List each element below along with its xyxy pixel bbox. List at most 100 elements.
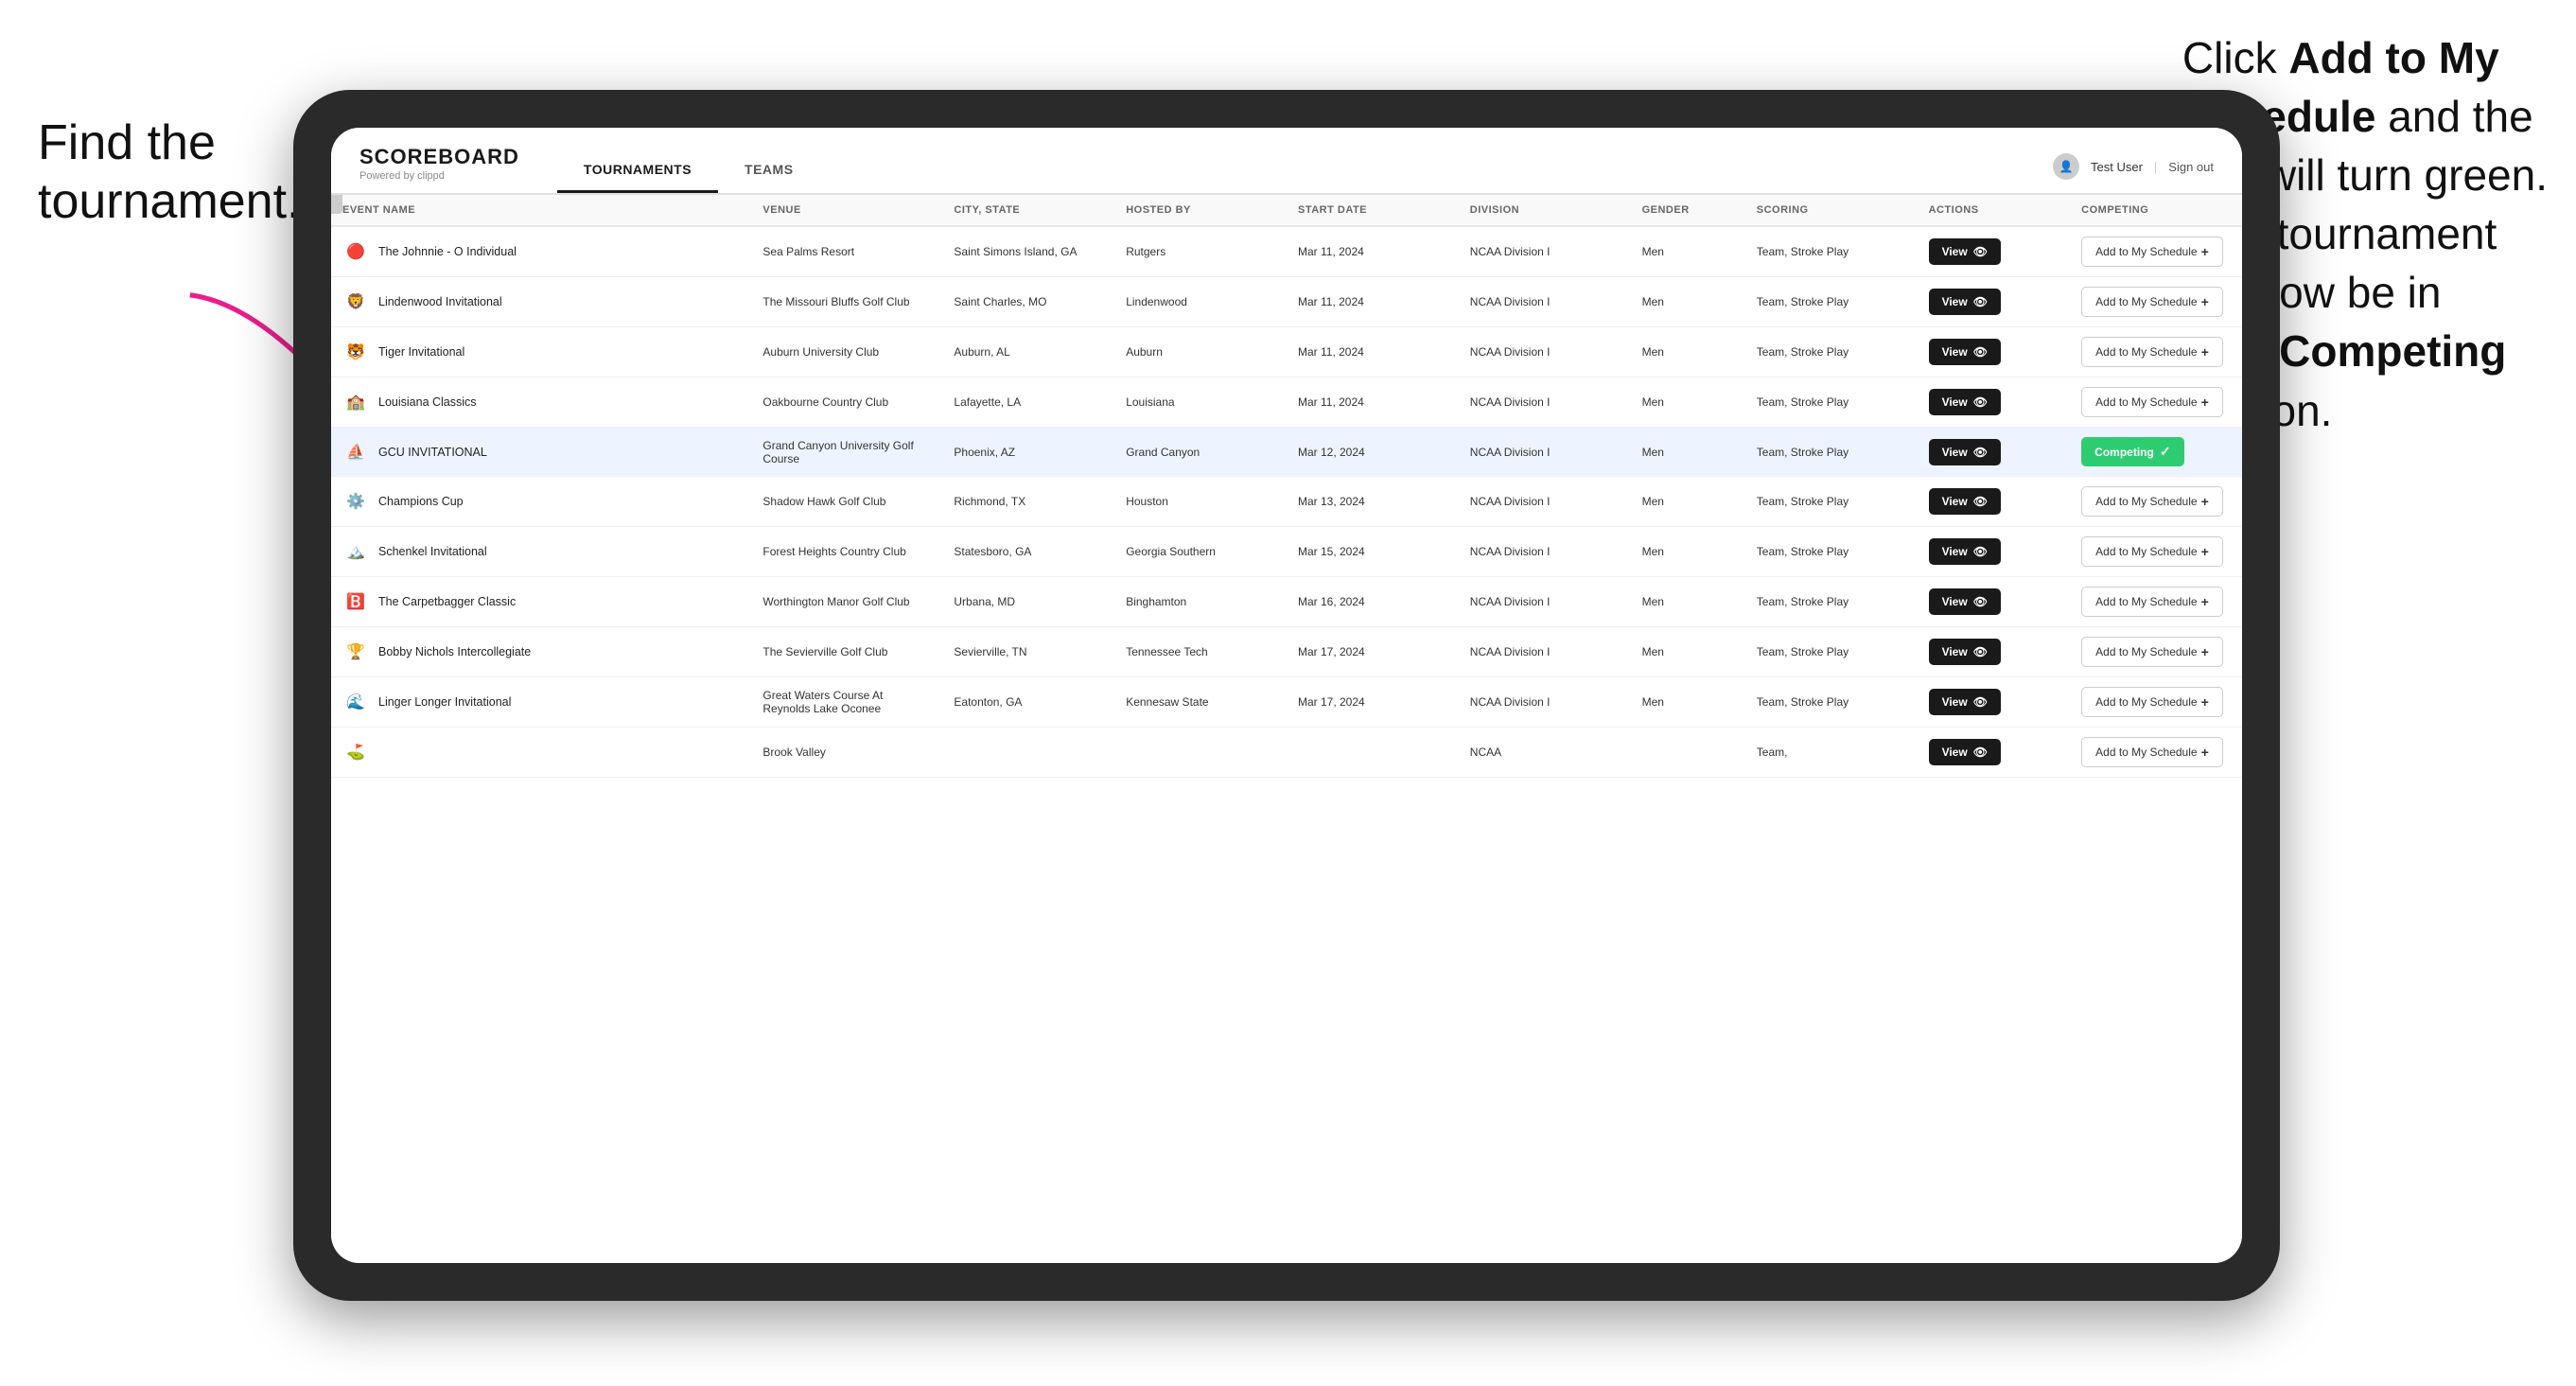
division-cell: NCAA Division I [1459, 226, 1631, 277]
gender-cell: Men [1631, 226, 1745, 277]
event-name-cell: 🅱️ The Carpetbagger Classic [342, 588, 740, 615]
date-cell [1287, 728, 1459, 778]
competing-cell: Add to My Schedule + [2070, 577, 2242, 627]
division-cell: NCAA Division I [1459, 377, 1631, 428]
city-cell: Urbana, MD [942, 577, 1114, 627]
scoring-cell: Team, Stroke Play [1745, 226, 1918, 277]
view-button[interactable]: View 👁 [1929, 339, 2001, 365]
team-logo: ⛳ [342, 739, 369, 765]
team-logo: 🏔️ [342, 538, 369, 565]
table-row: 🌊 Linger Longer Invitational Great Water… [331, 677, 2242, 728]
view-button[interactable]: View 👁 [1929, 238, 2001, 265]
add-schedule-label: Add to My Schedule [2095, 645, 2197, 658]
view-button[interactable]: View 👁 [1929, 389, 2001, 415]
plus-icon: + [2201, 745, 2209, 760]
sidebar-toggle[interactable] [331, 195, 342, 214]
venue-cell: Shadow Hawk Golf Club [751, 477, 942, 527]
add-to-schedule-button[interactable]: Add to My Schedule + [2081, 737, 2223, 767]
view-button[interactable]: View 👁 [1929, 739, 2001, 765]
scoring-cell: Team, [1745, 728, 1918, 778]
scoring-cell: Team, Stroke Play [1745, 327, 1918, 377]
team-logo: 🦁 [342, 289, 369, 315]
view-label: View [1942, 345, 1968, 359]
team-logo: 🅱️ [342, 588, 369, 615]
add-schedule-label: Add to My Schedule [2095, 695, 2197, 709]
competing-button[interactable]: Competing ✓ [2081, 437, 2183, 466]
competing-cell: Add to My Schedule + [2070, 477, 2242, 527]
hosted-cell: Houston [1114, 477, 1287, 527]
add-to-schedule-button[interactable]: Add to My Schedule + [2081, 637, 2223, 667]
team-logo: 🏫 [342, 389, 369, 415]
plus-icon: + [2201, 494, 2209, 509]
add-to-schedule-button[interactable]: Add to My Schedule + [2081, 587, 2223, 617]
event-name-cell: 🌊 Linger Longer Invitational [342, 689, 740, 715]
view-button[interactable]: View 👁 [1929, 588, 2001, 615]
view-button[interactable]: View 👁 [1929, 289, 2001, 315]
division-cell: NCAA Division I [1459, 677, 1631, 728]
plus-icon: + [2201, 294, 2209, 309]
eye-icon: 👁 [1973, 746, 1988, 759]
actions-cell: View 👁 [1918, 627, 2071, 677]
city-cell [942, 728, 1114, 778]
eye-icon: 👁 [1973, 295, 1988, 308]
gender-cell [1631, 728, 1745, 778]
scoring-cell: Team, Stroke Play [1745, 577, 1918, 627]
annotation-left: Find thetournament. [38, 114, 301, 232]
actions-cell: View 👁 [1918, 377, 2071, 428]
hosted-cell: Auburn [1114, 327, 1287, 377]
add-to-schedule-button[interactable]: Add to My Schedule + [2081, 287, 2223, 317]
division-cell: NCAA Division I [1459, 428, 1631, 477]
plus-icon: + [2201, 244, 2209, 259]
division-cell: NCAA Division I [1459, 527, 1631, 577]
actions-cell: View 👁 [1918, 226, 2071, 277]
view-button[interactable]: View 👁 [1929, 488, 2001, 515]
add-to-schedule-button[interactable]: Add to My Schedule + [2081, 536, 2223, 567]
sign-out-link[interactable]: Sign out [2168, 160, 2214, 174]
scoring-cell: Team, Stroke Play [1745, 377, 1918, 428]
view-label: View [1942, 545, 1968, 558]
competing-cell: Add to My Schedule + [2070, 527, 2242, 577]
view-label: View [1942, 245, 1968, 258]
city-cell: Auburn, AL [942, 327, 1114, 377]
view-button[interactable]: View 👁 [1929, 538, 2001, 565]
event-name-cell: 🏔️ Schenkel Invitational [342, 538, 740, 565]
gender-cell: Men [1631, 527, 1745, 577]
col-header-venue: VENUE [751, 195, 942, 226]
actions-cell: View 👁 [1918, 527, 2071, 577]
add-to-schedule-button[interactable]: Add to My Schedule + [2081, 237, 2223, 267]
add-to-schedule-button[interactable]: Add to My Schedule + [2081, 337, 2223, 367]
competing-cell: Add to My Schedule + [2070, 327, 2242, 377]
event-name-cell: 🏫 Louisiana Classics [342, 389, 740, 415]
hosted-cell: Georgia Southern [1114, 527, 1287, 577]
event-name-cell: ⛵ GCU INVITATIONAL [342, 439, 740, 465]
actions-cell: View 👁 [1918, 428, 2071, 477]
add-to-schedule-button[interactable]: Add to My Schedule + [2081, 687, 2223, 717]
view-button[interactable]: View 👁 [1929, 439, 2001, 465]
view-button[interactable]: View 👁 [1929, 689, 2001, 715]
eye-icon: 👁 [1973, 695, 1988, 709]
table-row: 🅱️ The Carpetbagger Classic Worthington … [331, 577, 2242, 627]
eye-icon: 👁 [1973, 245, 1988, 258]
event-name: Linger Longer Invitational [378, 695, 511, 709]
table-row: ⚙️ Champions Cup Shadow Hawk Golf ClubRi… [331, 477, 2242, 527]
view-button[interactable]: View 👁 [1929, 639, 2001, 665]
division-cell: NCAA Division I [1459, 327, 1631, 377]
actions-cell: View 👁 [1918, 577, 2071, 627]
division-cell: NCAA [1459, 728, 1631, 778]
gender-cell: Men [1631, 477, 1745, 527]
tab-teams[interactable]: TEAMS [718, 149, 820, 193]
tab-tournaments[interactable]: TOURNAMENTS [557, 149, 718, 193]
gender-cell: Men [1631, 377, 1745, 428]
division-cell: NCAA Division I [1459, 577, 1631, 627]
add-to-schedule-button[interactable]: Add to My Schedule + [2081, 486, 2223, 517]
venue-cell: Sea Palms Resort [751, 226, 942, 277]
event-name: Lindenwood Invitational [378, 295, 502, 308]
eye-icon: 👁 [1973, 595, 1988, 608]
actions-cell: View 👁 [1918, 728, 2071, 778]
team-logo: ⛵ [342, 439, 369, 465]
hosted-cell: Kennesaw State [1114, 677, 1287, 728]
view-label: View [1942, 446, 1968, 459]
scoring-cell: Team, Stroke Play [1745, 677, 1918, 728]
add-to-schedule-button[interactable]: Add to My Schedule + [2081, 387, 2223, 417]
venue-cell: The Sevierville Golf Club [751, 627, 942, 677]
